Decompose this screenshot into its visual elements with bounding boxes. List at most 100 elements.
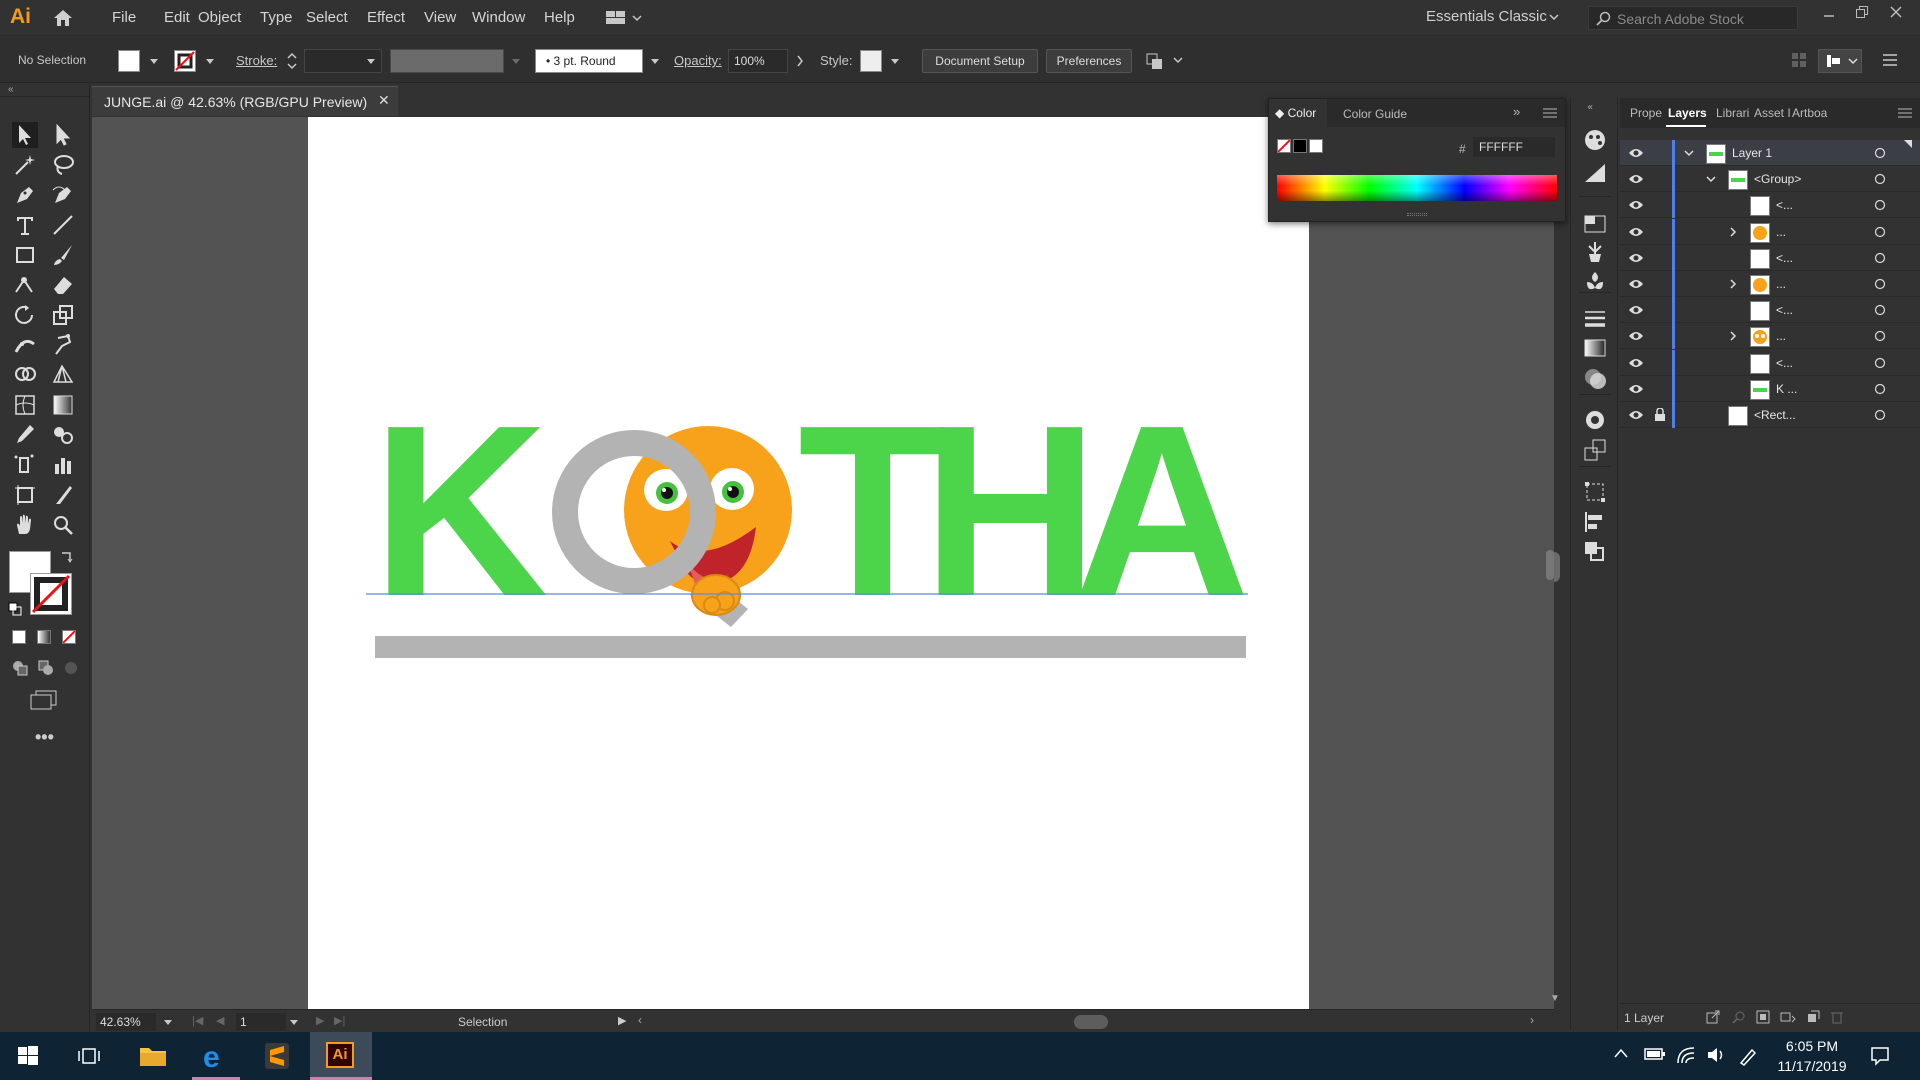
menu-object[interactable]: Object bbox=[198, 9, 241, 26]
layers-menu-icon[interactable] bbox=[1898, 108, 1912, 118]
wifi-icon[interactable] bbox=[1676, 1046, 1696, 1064]
stock-search-box[interactable]: Search Adobe Stock bbox=[1588, 6, 1798, 30]
show-hidden-icons[interactable] bbox=[1614, 1048, 1628, 1058]
menu-select[interactable]: Select bbox=[306, 9, 348, 26]
tab-librari[interactable]: Librari bbox=[1716, 106, 1749, 120]
stroke-panel-icon[interactable] bbox=[1571, 304, 1619, 332]
target-circle-icon[interactable] bbox=[1874, 278, 1886, 290]
grey-bar[interactable] bbox=[375, 636, 1246, 658]
arrange-icon[interactable] bbox=[1146, 51, 1186, 71]
none-swatch[interactable] bbox=[1277, 139, 1291, 153]
scroll-down-arrow-icon[interactable]: ▼ bbox=[1550, 993, 1560, 1004]
sublime-text-icon[interactable] bbox=[264, 1042, 290, 1070]
graphic-styles-icon[interactable] bbox=[1571, 436, 1619, 464]
minimize-icon[interactable] bbox=[1822, 8, 1836, 22]
swap-colors-icon[interactable] bbox=[60, 550, 74, 564]
menu-file[interactable]: File bbox=[112, 9, 136, 26]
layer-row[interactable]: ... bbox=[1620, 323, 1920, 350]
workspace-chevron-icon[interactable] bbox=[1549, 13, 1559, 21]
canvas-vscroll-thumb[interactable] bbox=[1546, 550, 1554, 580]
windows-start-icon[interactable] bbox=[18, 1046, 38, 1066]
transparency-icon[interactable] bbox=[1571, 364, 1619, 392]
menu-window[interactable]: Window bbox=[472, 9, 525, 26]
perspective-grid-tool-icon[interactable] bbox=[50, 362, 76, 388]
tab-prope[interactable]: Prope bbox=[1630, 106, 1662, 120]
rotate-tool-icon[interactable] bbox=[12, 302, 38, 328]
preferences-button[interactable]: Preferences bbox=[1046, 49, 1132, 73]
visibility-eye-icon[interactable] bbox=[1628, 330, 1644, 342]
variable-width-profile[interactable] bbox=[390, 49, 504, 73]
screen-mode-icon[interactable] bbox=[30, 690, 58, 710]
visibility-eye-icon[interactable] bbox=[1628, 357, 1644, 369]
panel-toggle-icon[interactable] bbox=[1818, 49, 1862, 73]
close-document-icon[interactable]: ✕ bbox=[378, 92, 390, 109]
volume-icon[interactable] bbox=[1706, 1046, 1726, 1064]
collapse-dock-icon[interactable]: « bbox=[1571, 98, 1619, 126]
layer-name[interactable]: <... bbox=[1776, 251, 1793, 265]
layer-name[interactable]: <Group> bbox=[1754, 172, 1801, 186]
layer-name[interactable]: <... bbox=[1776, 356, 1793, 370]
expand-arrow-icon[interactable] bbox=[1728, 227, 1738, 237]
edit-toolbar-icon[interactable]: ••• bbox=[35, 727, 54, 748]
collapse-arrow-icon[interactable] bbox=[1684, 148, 1694, 158]
pathfinder-icon[interactable] bbox=[1571, 538, 1619, 566]
stroke-label[interactable]: Stroke: bbox=[236, 53, 277, 68]
lock-icon[interactable] bbox=[1654, 408, 1666, 422]
visibility-eye-icon[interactable] bbox=[1628, 304, 1644, 316]
color-mode-icon[interactable] bbox=[12, 630, 26, 644]
style-swatch[interactable] bbox=[860, 50, 882, 72]
close-window-icon[interactable] bbox=[1889, 5, 1903, 19]
status-menu-arrow-icon[interactable]: ▶ bbox=[618, 1014, 626, 1027]
zoom-tool-icon[interactable] bbox=[50, 512, 76, 538]
layer-row[interactable]: Layer 1 bbox=[1620, 140, 1920, 166]
color-panel-icon[interactable] bbox=[1571, 126, 1619, 154]
brushes-icon[interactable] bbox=[1571, 238, 1619, 266]
eraser-tool-icon[interactable] bbox=[50, 272, 76, 298]
brush-dropdown-icon[interactable] bbox=[651, 59, 659, 64]
layer-row[interactable]: <Group> bbox=[1620, 166, 1920, 193]
transform-icon[interactable] bbox=[1571, 478, 1619, 506]
stroke-stepper[interactable] bbox=[284, 49, 300, 73]
menu-edit[interactable]: Edit bbox=[164, 9, 190, 26]
stroke-swatch[interactable] bbox=[174, 50, 196, 72]
opacity-label[interactable]: Opacity: bbox=[674, 53, 722, 68]
visibility-eye-icon[interactable] bbox=[1628, 278, 1644, 290]
column-graph-tool-icon[interactable] bbox=[50, 452, 76, 478]
home-icon[interactable] bbox=[52, 8, 74, 28]
curvature-tool-icon[interactable] bbox=[50, 182, 76, 208]
search-input[interactable]: Search Adobe Stock bbox=[1617, 11, 1744, 27]
visibility-eye-icon[interactable] bbox=[1628, 147, 1644, 159]
letters-tha[interactable]: THA bbox=[798, 374, 1250, 647]
align-icon[interactable] bbox=[1571, 508, 1619, 536]
target-circle-icon[interactable] bbox=[1874, 304, 1886, 316]
tab-color[interactable]: ◆ Color bbox=[1269, 99, 1327, 127]
fill-dropdown-icon[interactable] bbox=[150, 59, 158, 64]
scale-tool-icon[interactable] bbox=[50, 302, 76, 328]
lasso-tool-icon[interactable] bbox=[50, 152, 76, 178]
blend-tool-icon[interactable] bbox=[50, 422, 76, 448]
task-view-icon[interactable] bbox=[78, 1046, 100, 1066]
stroke-color-box[interactable] bbox=[30, 573, 72, 615]
paintbrush-tool-icon[interactable] bbox=[50, 242, 76, 268]
visibility-eye-icon[interactable] bbox=[1628, 383, 1644, 395]
status-tool[interactable]: Selection bbox=[458, 1015, 507, 1029]
layer-name[interactable]: K ... bbox=[1776, 382, 1797, 396]
layer-name[interactable]: <Rect... bbox=[1754, 408, 1796, 422]
target-circle-icon[interactable] bbox=[1874, 383, 1886, 395]
workspace-switcher[interactable]: Essentials Classic bbox=[1426, 8, 1547, 25]
illustrator-taskbar-button[interactable]: Ai bbox=[310, 1032, 372, 1080]
action-center-icon[interactable] bbox=[1870, 1046, 1890, 1066]
stroke-weight-dropdown-icon[interactable] bbox=[367, 59, 375, 64]
hex-input[interactable]: FFFFFF bbox=[1473, 137, 1555, 157]
export-icon[interactable] bbox=[1706, 1010, 1720, 1024]
stroke-dropdown-icon[interactable] bbox=[206, 59, 214, 64]
arrange-documents-icon[interactable] bbox=[606, 10, 642, 26]
target-circle-icon[interactable] bbox=[1874, 173, 1886, 185]
mesh-tool-icon[interactable] bbox=[12, 392, 38, 418]
width-tool-icon[interactable] bbox=[12, 332, 38, 358]
draw-behind-icon[interactable] bbox=[38, 660, 54, 676]
rectangle-tool-icon[interactable] bbox=[12, 242, 38, 268]
line-segment-tool-icon[interactable] bbox=[50, 212, 76, 238]
style-dropdown-icon[interactable] bbox=[891, 59, 899, 64]
type-tool-icon[interactable] bbox=[12, 212, 38, 238]
